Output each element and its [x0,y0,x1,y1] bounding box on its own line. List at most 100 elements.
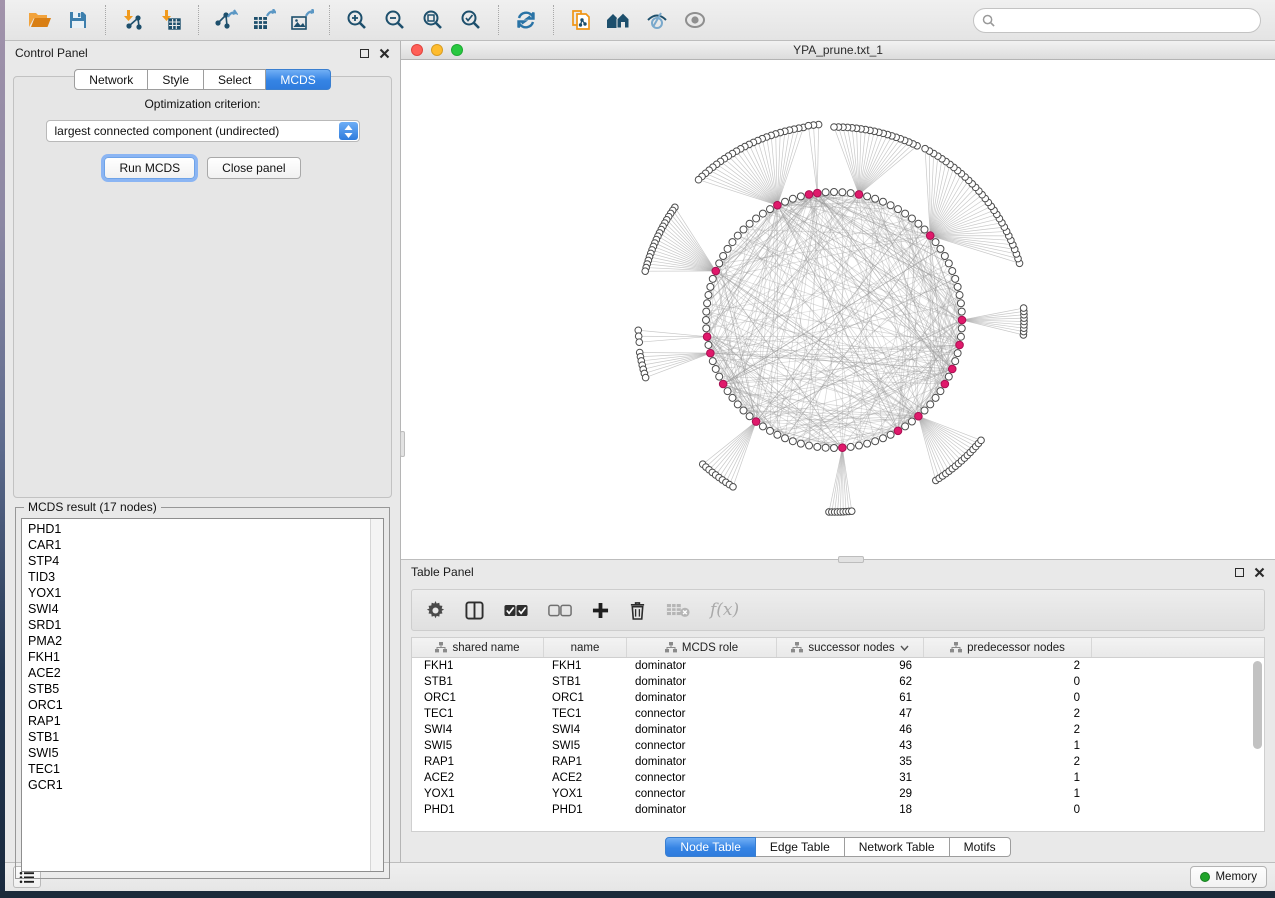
table-row[interactable]: PHD1PHD1dominator180 [412,802,1264,818]
network-node[interactable] [945,260,952,267]
cell-predecessor-nodes[interactable]: 1 [924,788,1092,800]
network-hub-node[interactable] [855,191,863,199]
network-node[interactable] [864,440,871,447]
cell-predecessor-nodes[interactable]: 2 [924,708,1092,720]
cell-successor-nodes[interactable]: 96 [777,660,924,672]
table-row[interactable]: ORC1ORC1dominator610 [412,690,1264,706]
cell-successor-nodes[interactable]: 31 [777,772,924,784]
float-panel-icon[interactable] [360,49,369,58]
network-leaf-node[interactable] [978,437,985,444]
mcds-result-item[interactable]: RAP1 [28,713,383,729]
cell-predecessor-nodes[interactable]: 0 [924,676,1092,688]
network-node[interactable] [958,308,965,315]
network-node[interactable] [952,275,959,282]
network-node[interactable] [822,189,829,196]
table-row[interactable]: SWI4SWI4dominator462 [412,722,1264,738]
network-node[interactable] [705,292,712,299]
hide-graphics-details-button[interactable] [640,4,674,36]
network-node[interactable] [716,373,723,380]
column-header-mcds-role[interactable]: MCDS role [627,638,777,657]
network-node[interactable] [707,283,714,290]
clone-network-button[interactable] [564,4,598,36]
select-all-rows-button[interactable] [504,604,528,617]
network-node[interactable] [806,442,813,449]
cell-shared-name[interactable]: ACE2 [412,772,544,784]
network-node[interactable] [957,333,964,340]
cell-successor-nodes[interactable]: 43 [777,740,924,752]
network-node[interactable] [872,195,879,202]
cell-name[interactable]: ACE2 [544,772,627,784]
cell-shared-name[interactable]: SWI5 [412,740,544,752]
network-node[interactable] [831,445,838,452]
network-hub-node[interactable] [703,333,711,341]
network-node[interactable] [703,325,710,332]
network-node[interactable] [724,245,731,252]
network-hub-node[interactable] [958,316,966,324]
network-node[interactable] [709,358,716,365]
cell-predecessor-nodes[interactable]: 1 [924,740,1092,752]
network-node[interactable] [734,401,741,408]
network-node[interactable] [937,388,944,395]
zoom-fit-button[interactable] [416,4,450,36]
column-header-successor-nodes[interactable]: successor nodes [777,638,924,657]
show-graphics-details-button[interactable] [678,4,712,36]
table-settings-button[interactable] [426,601,445,620]
network-node[interactable] [759,210,766,217]
network-node[interactable] [831,189,838,196]
table-row[interactable]: RAP1RAP1dominator352 [412,754,1264,770]
create-column-button[interactable] [592,602,609,619]
network-hub-node[interactable] [941,380,949,388]
network-node[interactable] [729,239,736,246]
column-header-predecessor-nodes[interactable]: predecessor nodes [924,638,1092,657]
tab-network-table[interactable]: Network Table [845,837,950,857]
float-panel-icon[interactable] [1235,568,1244,577]
network-node[interactable] [847,443,854,450]
save-session-button[interactable] [61,4,95,36]
close-panel-button[interactable]: Close panel [207,157,300,179]
network-canvas[interactable] [401,60,1275,559]
network-node[interactable] [704,300,711,307]
cell-shared-name[interactable]: TEC1 [412,708,544,720]
network-node[interactable] [887,431,894,438]
network-node[interactable] [724,388,731,395]
cell-mcds-role[interactable]: connector [627,708,777,720]
cell-shared-name[interactable]: PHD1 [412,804,544,816]
delete-column-button[interactable] [629,601,646,620]
network-hub-node[interactable] [774,201,782,209]
tab-motifs[interactable]: Motifs [950,837,1011,857]
network-node[interactable] [956,292,963,299]
cell-mcds-role[interactable]: connector [627,740,777,752]
network-node[interactable] [740,226,747,233]
column-header-name[interactable]: name [544,638,627,657]
network-hub-node[interactable] [894,427,902,435]
cell-successor-nodes[interactable]: 61 [777,692,924,704]
network-node[interactable] [709,275,716,282]
cell-name[interactable]: RAP1 [544,756,627,768]
table-scrollbar[interactable] [1251,659,1263,830]
network-node[interactable] [797,440,804,447]
cell-predecessor-nodes[interactable]: 2 [924,660,1092,672]
cell-predecessor-nodes[interactable]: 0 [924,804,1092,816]
export-network-button[interactable] [209,4,243,36]
network-node[interactable] [872,438,879,445]
cell-mcds-role[interactable]: dominator [627,804,777,816]
network-node[interactable] [782,198,789,205]
network-hub-node[interactable] [926,232,934,240]
network-node[interactable] [932,239,939,246]
network-node[interactable] [703,308,710,315]
network-node[interactable] [814,443,821,450]
tab-node-table[interactable]: Node Table [665,837,756,857]
network-leaf-node[interactable] [1020,305,1027,312]
mcds-result-item[interactable]: FKH1 [28,649,383,665]
network-node[interactable] [879,435,886,442]
network-hub-node[interactable] [707,349,715,357]
cell-predecessor-nodes[interactable]: 1 [924,772,1092,784]
network-node[interactable] [921,226,928,233]
panel-splitter-handle-vertical[interactable] [400,431,405,457]
cell-shared-name[interactable]: RAP1 [412,756,544,768]
cell-shared-name[interactable]: SWI4 [412,724,544,736]
cell-successor-nodes[interactable]: 18 [777,804,924,816]
network-node[interactable] [720,253,727,260]
run-mcds-button[interactable]: Run MCDS [104,157,195,179]
mcds-result-item[interactable]: YOX1 [28,585,383,601]
